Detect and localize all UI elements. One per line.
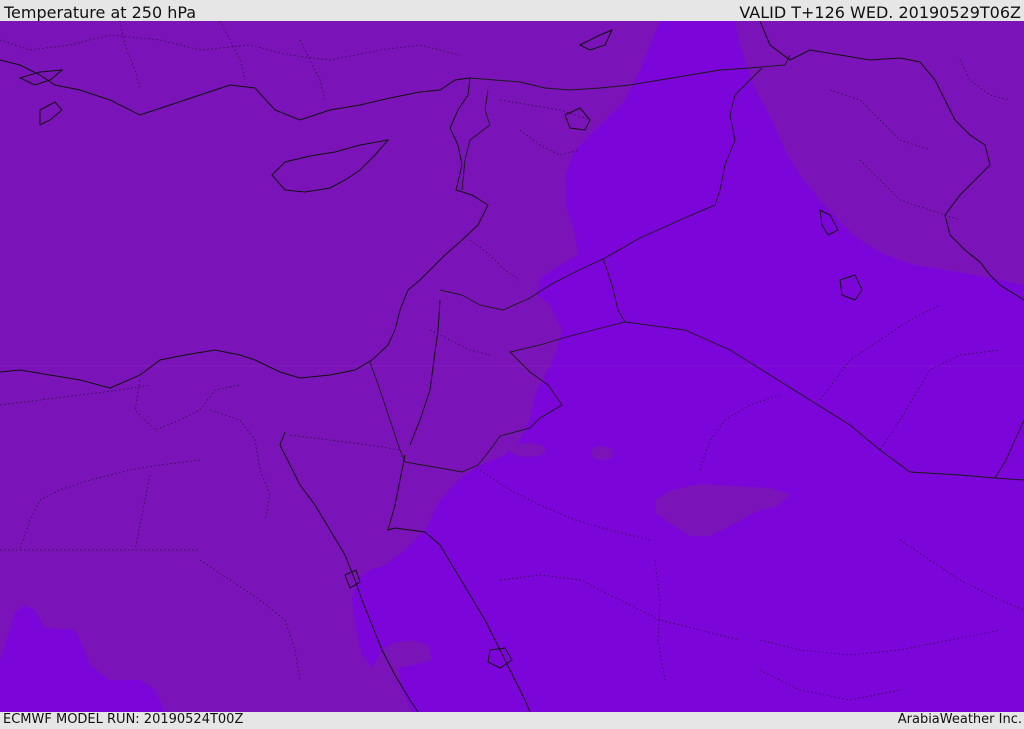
- map-figure: Temperature at 250 hPa VALID T+126 WED. …: [0, 0, 1024, 729]
- temperature-pocket-small: [591, 446, 613, 460]
- credit: ArabiaWeather Inc.: [897, 712, 1022, 727]
- footer-bar: ECMWF MODEL RUN: 20190524T00Z ArabiaWeat…: [0, 712, 1024, 729]
- model-run: ECMWF MODEL RUN: 20190524T00Z: [3, 712, 244, 727]
- temperature-pocket-tiny: [510, 443, 546, 457]
- map-svg: [0, 21, 1024, 712]
- valid-time: VALID T+126 WED. 20190529T06Z: [739, 3, 1021, 22]
- header-bar: Temperature at 250 hPa VALID T+126 WED. …: [0, 0, 1024, 21]
- map-area: [0, 21, 1024, 712]
- map-title: Temperature at 250 hPa: [4, 3, 197, 22]
